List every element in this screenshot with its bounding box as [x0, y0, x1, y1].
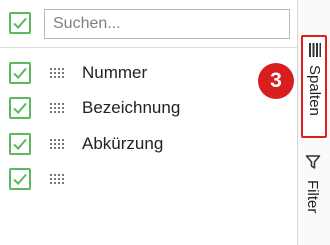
tab-filter[interactable]: Filter	[301, 150, 327, 230]
tab-columns-label: Spalten	[306, 65, 323, 116]
column-label: Nummer	[82, 63, 148, 82]
filter-icon	[305, 155, 321, 169]
check-icon	[13, 138, 27, 150]
drag-handle-icon[interactable]	[50, 174, 64, 184]
step-number-badge: 3	[258, 63, 294, 99]
check-icon	[13, 17, 27, 29]
column-label: Bezeichnung	[82, 98, 181, 117]
column-label: Abkürzung	[82, 134, 164, 153]
column-item[interactable]: Nummer	[0, 55, 297, 91]
tab-columns[interactable]: Spalten	[301, 35, 327, 138]
columns-icon	[309, 43, 321, 57]
header-row	[0, 0, 297, 48]
check-icon	[13, 173, 27, 185]
drag-handle-icon[interactable]	[50, 103, 64, 113]
check-icon	[13, 67, 27, 79]
search-input[interactable]	[44, 9, 290, 39]
select-all-checkbox[interactable]	[9, 12, 31, 34]
column-checkbox[interactable]	[9, 133, 31, 155]
drag-handle-icon[interactable]	[50, 68, 64, 78]
column-checkbox[interactable]	[9, 97, 31, 119]
column-item[interactable]: Abkürzung	[0, 126, 297, 162]
column-item[interactable]	[0, 161, 297, 197]
tab-filter-label: Filter	[304, 180, 321, 214]
column-checkbox[interactable]	[9, 168, 31, 190]
column-chooser-panel: Nummer Bezeichnung Abkürzung	[0, 0, 297, 245]
drag-handle-icon[interactable]	[50, 139, 64, 149]
column-checkbox[interactable]	[9, 62, 31, 84]
check-icon	[13, 102, 27, 114]
column-item[interactable]: Bezeichnung	[0, 90, 297, 126]
